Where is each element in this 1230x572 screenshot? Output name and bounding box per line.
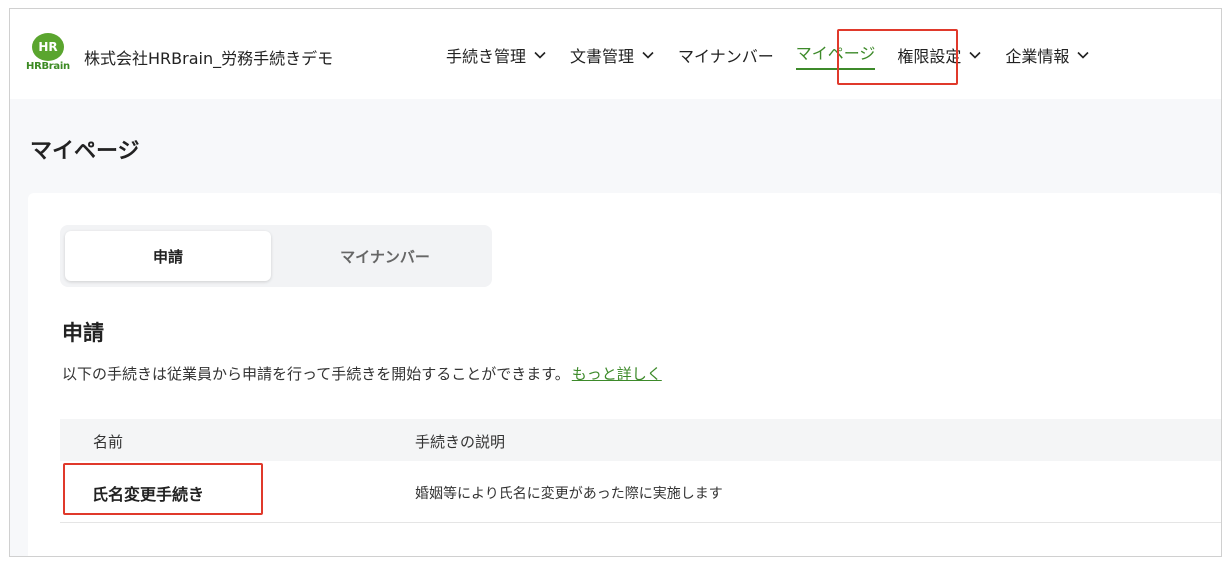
logo-badge: HR bbox=[32, 33, 64, 61]
procedures-table: 名前 手続きの説明 氏名変更手続き 婚姻等により氏名に変更があった際に実施します bbox=[60, 419, 1221, 523]
more-details-link[interactable]: もっと詳しく bbox=[572, 365, 662, 383]
nav-mynumber[interactable]: マイナンバー bbox=[672, 37, 780, 73]
top-header: HR HRBrain 株式会社HRBrain_労務手続きデモ 手続き管理 文書管… bbox=[10, 9, 1221, 99]
nav-label: マイナンバー bbox=[678, 47, 774, 66]
chevron-down-icon bbox=[1077, 51, 1090, 59]
nav-label: 手続き管理 bbox=[446, 47, 527, 66]
app-window: HR HRBrain 株式会社HRBrain_労務手続きデモ 手続き管理 文書管… bbox=[9, 8, 1222, 557]
nav-kigyo-joho[interactable]: 企業情報 bbox=[999, 37, 1097, 73]
nav-label: 文書管理 bbox=[570, 47, 635, 66]
hrbrain-logo[interactable]: HR HRBrain bbox=[26, 33, 76, 77]
description-text: 以下の手続きは従業員から申請を行って手続きを開始することができます。 bbox=[62, 365, 570, 383]
main-nav: 手続き管理 文書管理 マイナンバー マイページ 権限設定 企業情報 bbox=[440, 37, 1097, 73]
nav-tetsuzuki-kanri[interactable]: 手続き管理 bbox=[440, 37, 554, 73]
procedure-description: 婚姻等により氏名に変更があった際に実施します bbox=[415, 486, 723, 502]
section-description: 以下の手続きは従業員から申請を行って手続きを開始することができます。 もっと詳しく bbox=[62, 363, 662, 384]
company-name: 株式会社HRBrain_労務手続きデモ bbox=[84, 49, 334, 68]
column-header-name: 名前 bbox=[93, 433, 124, 451]
column-header-description: 手続きの説明 bbox=[415, 433, 506, 451]
tab-switcher: 申請 マイナンバー bbox=[60, 225, 492, 287]
page-title: マイページ bbox=[30, 139, 140, 164]
logo-wordmark: HRBrain bbox=[26, 61, 70, 72]
section-title: 申請 bbox=[62, 321, 104, 345]
mypage-highlight-box bbox=[837, 29, 958, 85]
chevron-down-icon bbox=[969, 51, 981, 59]
chevron-down-icon bbox=[642, 51, 654, 59]
tab-shinsei[interactable]: 申請 bbox=[65, 231, 271, 281]
procedure-highlight-box bbox=[63, 463, 263, 515]
table-header: 名前 手続きの説明 bbox=[60, 419, 1221, 461]
nav-label: 企業情報 bbox=[1005, 47, 1070, 66]
nav-bunsho-kanri[interactable]: 文書管理 bbox=[564, 37, 662, 73]
content-card: 申請 マイナンバー 申請 以下の手続きは従業員から申請を行って手続きを開始するこ… bbox=[28, 193, 1221, 556]
chevron-down-icon bbox=[534, 51, 546, 59]
tab-mynumber[interactable]: マイナンバー bbox=[282, 231, 488, 281]
